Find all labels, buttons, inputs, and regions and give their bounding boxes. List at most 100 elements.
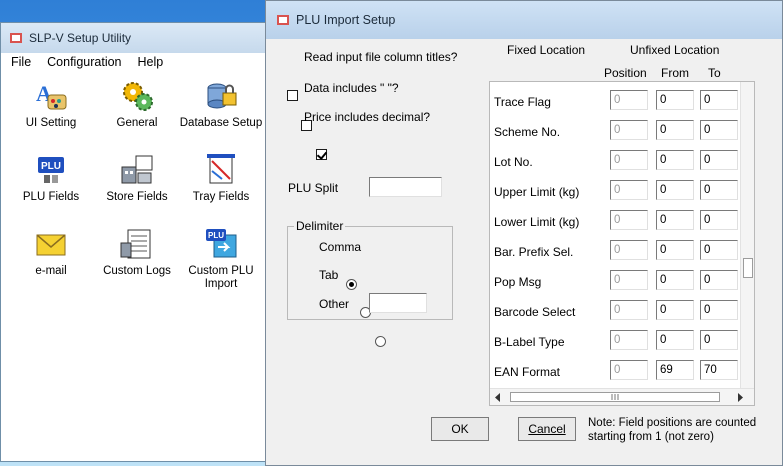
note-line-1: Note: Field positions are counted	[588, 417, 757, 429]
tile-custom-plu-import[interactable]: PLU Custom PLU Import	[179, 227, 263, 291]
tab-label: Tab	[319, 268, 339, 282]
plu-icon: PLU	[34, 153, 68, 187]
slpv-setup-window: SLP-V Setup Utility File Configuration H…	[0, 22, 268, 462]
position-input[interactable]: 0	[610, 360, 648, 380]
field-row-label: Barcode Select	[494, 305, 576, 319]
to-input[interactable]: 0	[700, 270, 738, 290]
tile-label: e-mail	[35, 265, 67, 277]
other-radio[interactable]	[374, 336, 386, 347]
read-titles-label: Read input file column titles?	[304, 50, 458, 64]
field-row-label: Upper Limit (kg)	[494, 185, 580, 199]
plu-import-icon: PLU	[204, 227, 238, 261]
from-input[interactable]: 0	[656, 180, 694, 200]
tile-custom-logs[interactable]: Custom Logs	[95, 227, 179, 278]
vertical-scroll-thumb[interactable]	[743, 258, 753, 278]
tile-label: Database Setup	[179, 117, 263, 129]
from-input[interactable]: 0	[656, 240, 694, 260]
menu-file[interactable]: File	[1, 55, 37, 69]
plu-import-setup-dialog: PLU Import Setup Read input file column …	[265, 0, 783, 466]
position-input[interactable]: 0	[610, 180, 648, 200]
dialog-title-bar[interactable]: PLU Import Setup	[266, 1, 782, 39]
other-label: Other	[319, 297, 350, 311]
fixed-location-label: Fixed Location	[507, 43, 586, 57]
field-row-label: Trace Flag	[494, 95, 551, 109]
from-input[interactable]: 0	[656, 90, 694, 110]
to-input[interactable]: 0	[700, 120, 738, 140]
from-input[interactable]: 0	[656, 210, 694, 230]
from-input[interactable]: 0	[656, 150, 694, 170]
tile-tray-fields[interactable]: Tray Fields	[179, 153, 263, 204]
position-input[interactable]: 0	[610, 150, 648, 170]
scroll-left-arrow-icon[interactable]	[494, 393, 502, 402]
field-row-label: Lower Limit (kg)	[494, 215, 580, 229]
tile-grid: A UI Setting General Database Setup PLU …	[1, 71, 267, 441]
plu-split-label: PLU Split	[288, 181, 339, 195]
vertical-scrollbar[interactable]	[740, 82, 754, 388]
position-column-header: Position	[604, 66, 647, 80]
from-input[interactable]: 0	[656, 300, 694, 320]
position-input[interactable]: 0	[610, 210, 648, 230]
tile-label: Store Fields	[106, 191, 168, 203]
gears-icon	[120, 79, 154, 113]
note-line-2: starting from 1 (not zero)	[588, 431, 714, 443]
to-input[interactable]: 70	[700, 360, 738, 380]
tile-email[interactable]: e-mail	[9, 227, 93, 278]
svg-text:PLU: PLU	[208, 231, 224, 240]
to-input[interactable]: 0	[700, 240, 738, 260]
to-column-header: To	[708, 66, 721, 80]
price-decimal-label: Price includes decimal?	[304, 110, 431, 124]
from-input[interactable]: 0	[656, 270, 694, 290]
tile-label: PLU Fields	[22, 191, 80, 203]
delimiter-title: Delimiter	[294, 219, 346, 233]
cancel-button[interactable]: Cancel	[518, 417, 576, 441]
to-input[interactable]: 0	[700, 150, 738, 170]
horizontal-scrollbar[interactable]	[490, 388, 754, 405]
position-input[interactable]: 0	[610, 300, 648, 320]
price-decimal-checkbox[interactable]	[315, 149, 327, 160]
app-icon	[276, 13, 290, 27]
to-input[interactable]: 0	[700, 90, 738, 110]
to-input[interactable]: 0	[700, 180, 738, 200]
app-icon	[9, 31, 23, 45]
position-input[interactable]: 0	[610, 270, 648, 290]
from-input[interactable]: 0	[656, 330, 694, 350]
tile-label: Custom PLU Import	[188, 265, 254, 290]
envelope-icon	[34, 227, 68, 261]
to-input[interactable]: 0	[700, 300, 738, 320]
from-input[interactable]: 0	[656, 120, 694, 140]
to-input[interactable]: 0	[700, 210, 738, 230]
custom-logs-icon	[120, 227, 154, 261]
to-input[interactable]: 0	[700, 330, 738, 350]
database-lock-icon	[204, 79, 238, 113]
tile-plu-fields[interactable]: PLU PLU Fields	[9, 153, 93, 204]
read-titles-checkbox[interactable]	[287, 90, 298, 101]
from-column-header: From	[661, 66, 689, 80]
tile-label: UI Setting	[25, 117, 77, 129]
tile-general[interactable]: General	[95, 79, 179, 130]
tile-label: General	[116, 117, 158, 129]
grip-icon	[611, 394, 619, 400]
scroll-right-arrow-icon[interactable]	[736, 393, 744, 402]
position-input[interactable]: 0	[610, 120, 648, 140]
tile-store-fields[interactable]: Store Fields	[95, 153, 179, 204]
slpv-title-bar[interactable]: SLP-V Setup Utility	[1, 23, 267, 53]
menu-help[interactable]: Help	[128, 55, 170, 69]
other-delimiter-input[interactable]	[369, 293, 427, 313]
position-input[interactable]: 0	[610, 240, 648, 260]
svg-text:PLU: PLU	[41, 161, 61, 172]
slpv-title: SLP-V Setup Utility	[29, 31, 132, 45]
horizontal-scroll-thumb[interactable]	[510, 392, 720, 402]
menu-bar: File Configuration Help	[1, 53, 267, 71]
menu-configuration[interactable]: Configuration	[37, 55, 127, 69]
ui-setting-icon: A	[34, 79, 68, 113]
comma-radio[interactable]	[346, 279, 358, 290]
tile-ui-setting[interactable]: A UI Setting	[9, 79, 93, 130]
ok-button[interactable]: OK	[431, 417, 489, 441]
tile-database-setup[interactable]: Database Setup	[179, 79, 263, 130]
position-input[interactable]: 0	[610, 330, 648, 350]
field-row-label: Lot No.	[494, 155, 533, 169]
unfixed-location-label: Unfixed Location	[630, 43, 720, 57]
from-input[interactable]: 69	[656, 360, 694, 380]
position-input[interactable]: 0	[610, 90, 648, 110]
plu-split-input[interactable]	[369, 177, 442, 197]
